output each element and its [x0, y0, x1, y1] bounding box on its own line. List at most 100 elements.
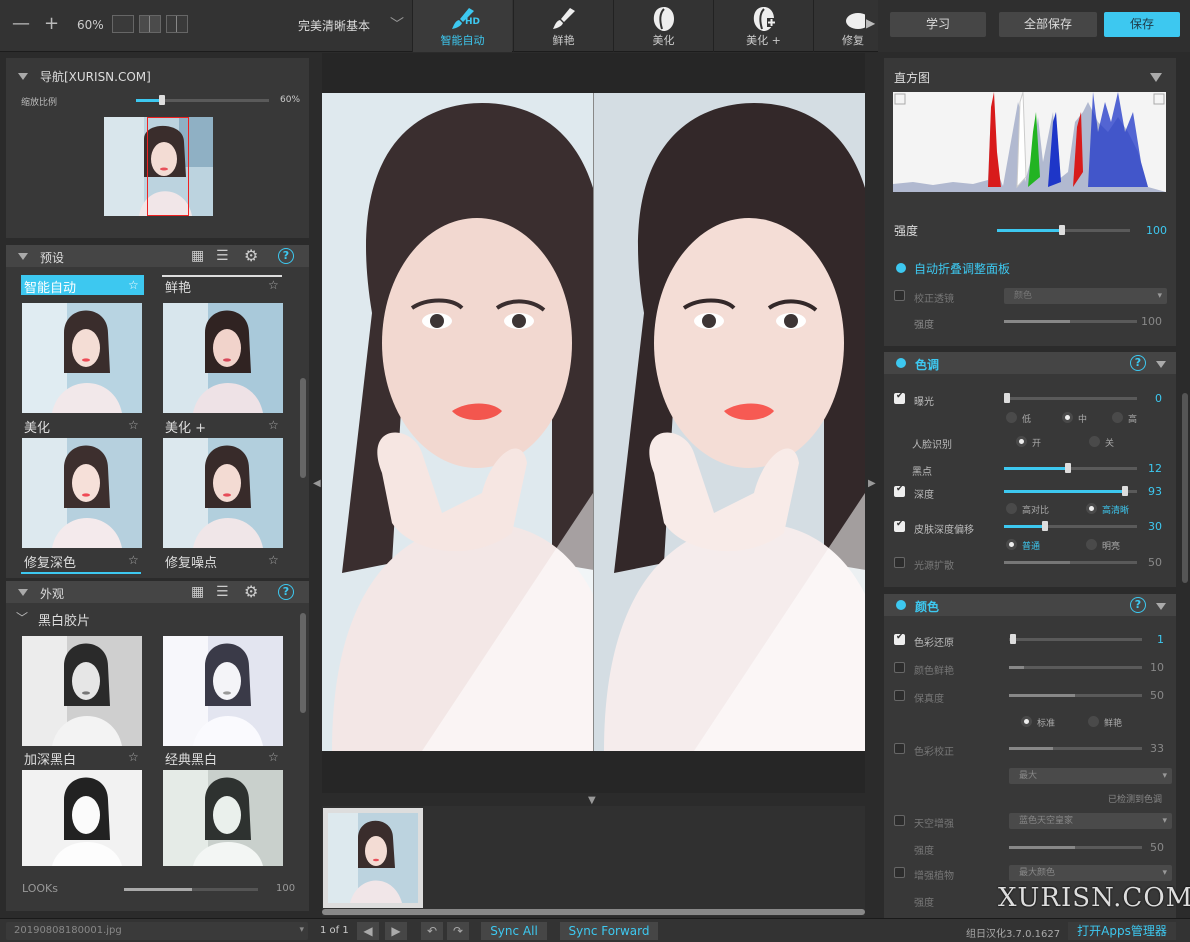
looks-category[interactable]: 黑白胶片 [38, 610, 90, 629]
exposure-knob[interactable] [1004, 393, 1010, 403]
sky-enhance-checkbox[interactable] [894, 815, 905, 826]
star-icon[interactable]: ☆ [268, 750, 279, 764]
star-icon[interactable]: ☆ [268, 418, 279, 432]
color-vivid-slider[interactable] [1009, 666, 1142, 669]
fidelity-standard-radio[interactable] [1021, 716, 1032, 727]
star-icon[interactable]: ☆ [128, 750, 139, 764]
split-view-icon[interactable] [139, 15, 161, 33]
depth-contrast-radio[interactable] [1006, 503, 1017, 514]
face-on-radio[interactable] [1016, 436, 1027, 447]
collapse-icon[interactable] [18, 589, 28, 596]
list-view-icon[interactable]: ☰ [216, 584, 229, 600]
skin-bright-radio[interactable] [1086, 539, 1097, 550]
help-icon[interactable]: ? [1130, 597, 1146, 613]
lens-correction-checkbox[interactable] [894, 290, 905, 301]
zoom-slider-knob[interactable] [159, 95, 165, 105]
histogram-strength-knob[interactable] [1059, 225, 1065, 235]
zoom-out-button[interactable]: — [12, 14, 30, 34]
color-restore-checkbox[interactable] [894, 632, 905, 645]
tab-repair[interactable]: 修复 [813, 0, 865, 52]
filmstrip-scrollbar[interactable] [322, 909, 865, 915]
right-panel-scrollbar[interactable] [1182, 393, 1188, 583]
next-image-button[interactable]: ▶ [385, 922, 407, 940]
file-selector[interactable]: 20190808180001.jpg ▾ [6, 922, 308, 940]
color-restore-slider[interactable] [1009, 638, 1142, 641]
tone-enable-icon[interactable] [896, 358, 906, 368]
viewport-rectangle[interactable] [147, 117, 189, 216]
gear-icon[interactable]: ⚙ [244, 582, 258, 601]
navigator-thumbnail[interactable] [104, 117, 213, 216]
gear-icon[interactable]: ⚙ [244, 246, 258, 265]
depth-clarity-radio[interactable] [1086, 503, 1097, 514]
light-diffusion-checkbox[interactable] [894, 557, 905, 568]
collapse-right-panel-icon[interactable]: ▶ [868, 478, 876, 489]
preset-name[interactable]: 完美清晰基本 [298, 17, 370, 34]
collapse-left-panel-icon[interactable]: ◀ [313, 478, 321, 489]
list-view-icon[interactable]: ☰ [216, 248, 229, 264]
sync-all-button[interactable]: Sync All [481, 922, 547, 940]
help-icon[interactable]: ? [278, 584, 294, 600]
fidelity-checkbox[interactable] [894, 690, 905, 701]
preset-thumbnail[interactable] [22, 303, 142, 413]
color-restore-knob[interactable] [1010, 634, 1016, 644]
star-icon[interactable]: ☆ [128, 553, 139, 567]
star-icon[interactable]: ☆ [268, 278, 279, 292]
help-icon[interactable]: ? [1130, 355, 1146, 371]
color-correct-checkbox[interactable] [894, 743, 905, 754]
exposure-high-radio[interactable] [1112, 412, 1123, 423]
collapse-icon[interactable] [1156, 603, 1166, 610]
skin-depth-knob[interactable] [1042, 521, 1048, 531]
save-all-button[interactable]: 全部保存 [999, 12, 1097, 37]
filmstrip-thumbnail[interactable] [323, 808, 423, 908]
collapse-filmstrip-icon[interactable]: ▼ [588, 795, 596, 806]
color-enable-icon[interactable] [896, 600, 906, 610]
color-vivid-checkbox[interactable] [894, 662, 905, 673]
color-correct-dropdown[interactable]: 最大 [1009, 768, 1172, 784]
collapse-icon[interactable] [1150, 73, 1162, 82]
auto-fold-label[interactable]: 自动折叠调整面板 [914, 260, 1010, 277]
zoom-in-button[interactable]: + [44, 14, 59, 34]
look-thumbnail[interactable] [163, 770, 283, 866]
grid-view-icon[interactable]: ▦ [191, 584, 204, 600]
depth-checkbox[interactable] [894, 484, 905, 497]
tab-vivid[interactable]: 鲜艳 [513, 0, 613, 52]
presets-scrollbar[interactable] [300, 378, 306, 478]
single-view-icon[interactable] [112, 15, 134, 33]
sky-enhance-dropdown[interactable]: 蓝色天空皇家 [1009, 813, 1172, 829]
preset-thumbnail[interactable] [163, 438, 283, 548]
preset-thumbnail[interactable] [22, 438, 142, 548]
star-icon[interactable]: ☆ [268, 553, 279, 567]
collapse-icon[interactable] [1156, 361, 1166, 368]
save-button[interactable]: 保存 [1104, 12, 1180, 37]
face-off-radio[interactable] [1089, 436, 1100, 447]
tabs-scroll-right-icon[interactable]: ▶ [866, 16, 875, 30]
exposure-slider[interactable] [1004, 397, 1137, 400]
exposure-checkbox[interactable] [894, 391, 905, 404]
side-by-side-view-icon[interactable] [166, 15, 188, 33]
exposure-mid-radio[interactable] [1062, 412, 1073, 423]
look-thumbnail[interactable] [22, 770, 142, 866]
redo-button[interactable]: ↷ [447, 922, 469, 940]
learn-button[interactable]: 学习 [890, 12, 986, 37]
tab-beautify-plus[interactable]: 美化 + [713, 0, 813, 52]
fidelity-vivid-radio[interactable] [1088, 716, 1099, 727]
tab-smart-auto[interactable]: HD 智能自动 [412, 0, 512, 52]
auto-fold-toggle-icon[interactable] [896, 263, 906, 273]
preset-dropdown-icon[interactable]: ﹀ [390, 14, 404, 34]
sync-forward-button[interactable]: Sync Forward [560, 922, 658, 940]
chevron-down-icon[interactable]: ﹀ [16, 609, 28, 626]
undo-button[interactable]: ↶ [421, 922, 443, 940]
open-apps-manager-button[interactable]: 打开Apps管理器 [1068, 922, 1176, 940]
look-thumbnail[interactable] [22, 636, 142, 746]
grid-view-icon[interactable]: ▦ [191, 248, 204, 264]
preset-thumbnail[interactable] [163, 303, 283, 413]
collapse-icon[interactable] [18, 253, 28, 260]
look-thumbnail[interactable] [163, 636, 283, 746]
lens-correction-dropdown[interactable]: 颜色 [1004, 288, 1167, 304]
foliage-dropdown[interactable]: 最大颜色 [1009, 865, 1172, 881]
image-canvas[interactable] [322, 53, 865, 793]
star-icon[interactable]: ☆ [128, 278, 139, 292]
collapse-icon[interactable] [18, 73, 28, 80]
tab-beautify[interactable]: 美化 [613, 0, 713, 52]
prev-image-button[interactable]: ◀ [357, 922, 379, 940]
